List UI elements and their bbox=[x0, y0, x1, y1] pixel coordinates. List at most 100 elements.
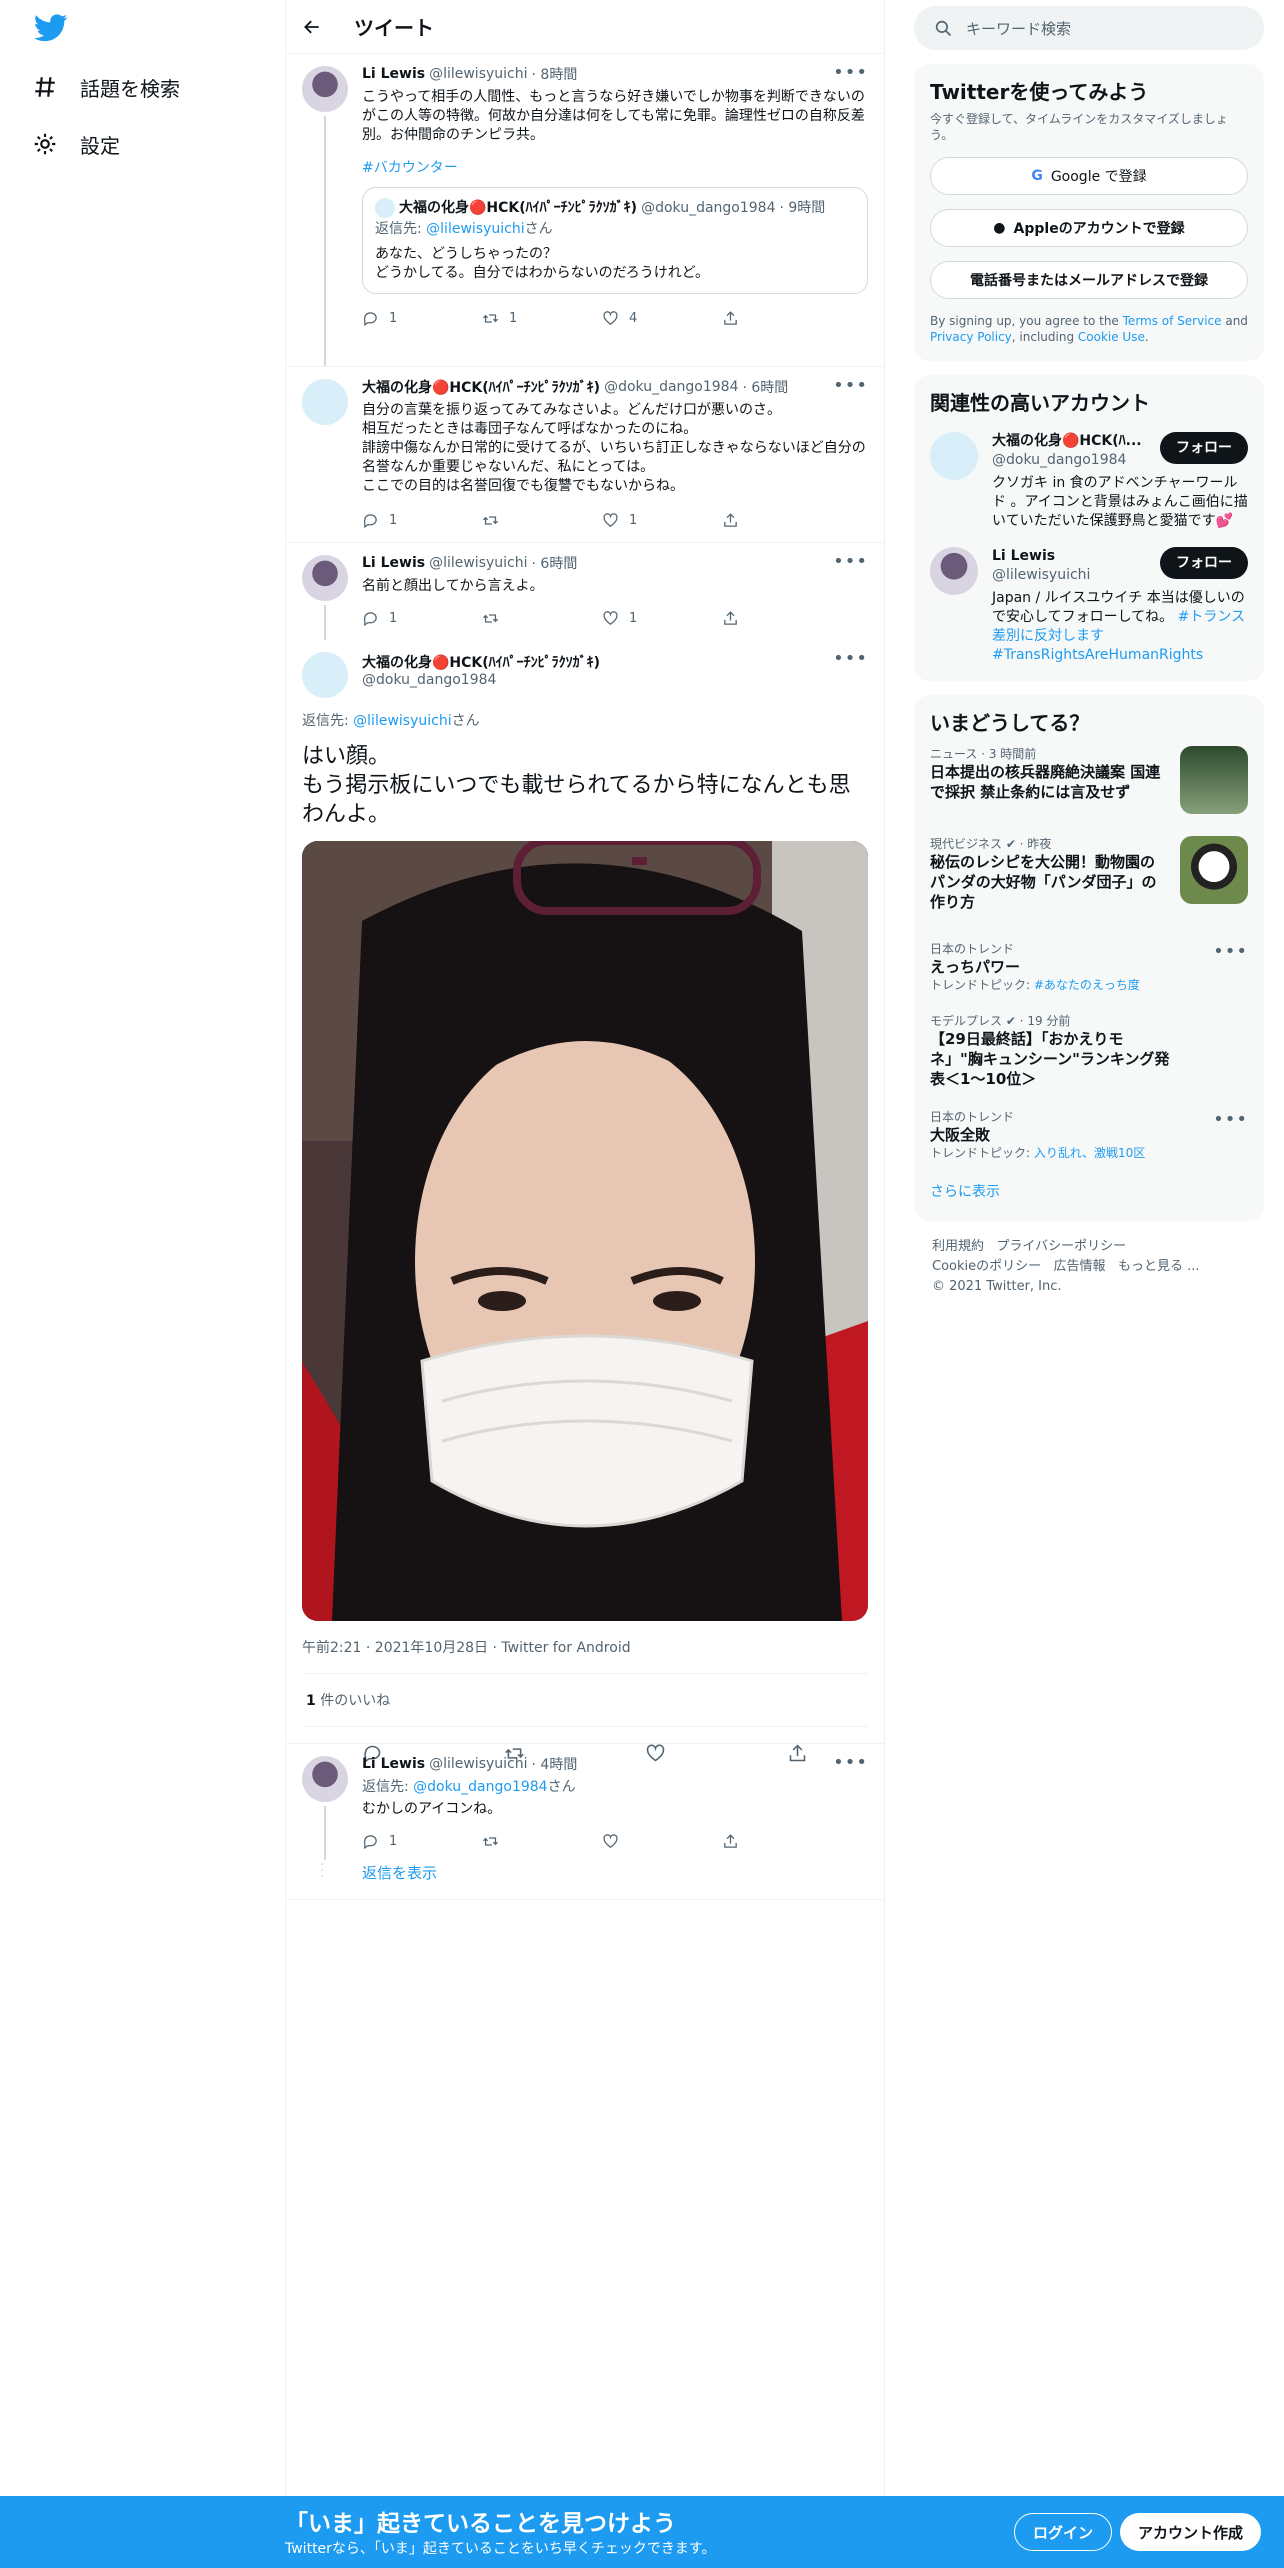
more-icon[interactable]: ••• bbox=[833, 551, 868, 572]
more-icon[interactable]: ••• bbox=[833, 1752, 868, 1773]
reply-icon bbox=[363, 611, 377, 626]
retweet-icon bbox=[482, 1836, 499, 1846]
timestamp[interactable]: · 4時間 bbox=[532, 1754, 578, 1774]
avatar[interactable] bbox=[302, 555, 348, 601]
reply-button[interactable]: 1 bbox=[362, 1833, 422, 1850]
tweet[interactable]: ••• Li Lewis @lilewisyuichi · 8時間 こうやって相… bbox=[286, 54, 884, 366]
reply-count: 1 bbox=[389, 310, 398, 326]
show-more-link[interactable]: さらに表示 bbox=[930, 1184, 1000, 1200]
trend-item[interactable]: 現代ビジネス ✔ · 昨夜 秘伝のレシピを大公開！動物園のパンダの大好物「パンダ… bbox=[930, 826, 1248, 931]
reply-button[interactable]: 1 bbox=[362, 310, 422, 327]
footer-terms[interactable]: 利用規約 bbox=[932, 1239, 984, 1254]
avatar[interactable] bbox=[930, 547, 978, 595]
main-header: ツイート bbox=[286, 0, 884, 54]
hashtag-link[interactable]: #バカウンター bbox=[362, 160, 458, 176]
retweet-button[interactable] bbox=[482, 610, 542, 627]
retweet-button[interactable] bbox=[482, 1833, 542, 1850]
share-button[interactable] bbox=[722, 310, 782, 327]
author-name[interactable]: 大福の化身🔴HCK(ﾊｲﾊﾟｰﾁﾝﾋﾟﾗｸｿｶﾞｷ) bbox=[362, 377, 600, 397]
like-button[interactable]: 4 bbox=[602, 310, 662, 327]
trend-item[interactable]: ••• 日本のトレンド 大阪全敗 トレンドトピック: 入り乱れ、激戦10区 bbox=[930, 1099, 1248, 1171]
follow-button[interactable]: フォロー bbox=[1160, 432, 1248, 464]
cookie-link[interactable]: Cookie Use bbox=[1078, 330, 1145, 344]
author-handle[interactable]: @lilewisyuichi bbox=[429, 555, 527, 571]
quoted-tweet[interactable]: 大福の化身🔴HCK(ﾊｲﾊﾟｰﾁﾝﾋﾟﾗｸｿｶﾞｷ) @doku_dango19… bbox=[362, 187, 868, 294]
more-icon[interactable]: ••• bbox=[1213, 941, 1248, 962]
author-name[interactable]: Li Lewis bbox=[362, 555, 425, 571]
trend-sub-link[interactable]: #あなたのえっち度 bbox=[1034, 978, 1140, 992]
trend-sub-link[interactable]: 入り乱れ、激戦10区 bbox=[1034, 1146, 1145, 1160]
terms-link[interactable]: Terms of Service bbox=[1123, 314, 1222, 328]
share-button[interactable] bbox=[722, 610, 782, 627]
author-handle[interactable]: @doku_dango1984 bbox=[362, 672, 868, 688]
footer-copyright: © 2021 Twitter, Inc. bbox=[932, 1279, 1062, 1294]
tweet[interactable]: ••• Li Lewis @lilewisyuichi · 6時間 名前と顔出し… bbox=[286, 543, 884, 640]
footer-privacy[interactable]: プライバシーポリシー bbox=[996, 1239, 1126, 1254]
share-button[interactable] bbox=[722, 512, 782, 529]
footer-cookie[interactable]: Cookieのポリシー bbox=[932, 1259, 1041, 1274]
timestamp[interactable]: · 6時間 bbox=[743, 377, 789, 397]
nav-settings[interactable]: 設定 bbox=[32, 124, 120, 164]
nav-explore-label: 話題を検索 bbox=[80, 76, 180, 101]
account-item[interactable]: フォロー 大福の化身🔴HCK(ﾊ... @doku_dango1984 クソガキ… bbox=[930, 432, 1248, 531]
signup-button[interactable]: アカウント作成 bbox=[1120, 2513, 1262, 2551]
more-icon[interactable]: ••• bbox=[1213, 1109, 1248, 1130]
account-item[interactable]: フォロー Li Lewis @lilewisyuichi Japan / ルイス… bbox=[930, 547, 1248, 665]
nav-explore[interactable]: 話題を検索 bbox=[32, 67, 180, 107]
phone-signup-label: 電話番号またはメールアドレスで登録 bbox=[970, 273, 1208, 289]
retweet-button[interactable] bbox=[482, 512, 542, 529]
twitter-logo-icon[interactable] bbox=[34, 14, 68, 42]
terms-including: , including bbox=[1011, 330, 1078, 344]
footer-ads[interactable]: 広告情報 bbox=[1054, 1259, 1106, 1274]
login-button[interactable]: ログイン bbox=[1014, 2513, 1113, 2551]
like-button[interactable] bbox=[602, 1833, 662, 1850]
tweet-meta[interactable]: 午前2:21 · 2021年10月28日 · Twitter for Andro… bbox=[302, 1621, 868, 1673]
author-name[interactable]: 大福の化身🔴HCK(ﾊｲﾊﾟｰﾁﾝﾋﾟﾗｸｿｶﾞｷ) bbox=[362, 652, 868, 672]
show-replies-link[interactable]: 返信を表示 bbox=[362, 1862, 437, 1883]
avatar[interactable] bbox=[302, 379, 348, 425]
more-icon[interactable]: ••• bbox=[833, 648, 868, 669]
author-handle[interactable]: @lilewisyuichi bbox=[429, 66, 527, 82]
author-name[interactable]: Li Lewis bbox=[362, 1756, 425, 1772]
author-handle[interactable]: @doku_dango1984 bbox=[604, 379, 738, 395]
timestamp[interactable]: · 6時間 bbox=[532, 553, 578, 573]
reply-to-link[interactable]: @doku_dango1984 bbox=[413, 1779, 547, 1795]
avatar[interactable] bbox=[302, 66, 348, 112]
trend-sub-prefix: トレンドトピック: bbox=[930, 1146, 1034, 1160]
avatar[interactable] bbox=[930, 432, 978, 480]
reply-to-link[interactable]: @lilewisyuichi bbox=[353, 713, 451, 729]
trend-item[interactable]: ••• 日本のトレンド えっちパワー トレンドトピック: #あなたのえっち度 bbox=[930, 931, 1248, 1003]
avatar[interactable] bbox=[302, 652, 348, 698]
phone-signup-button[interactable]: 電話番号またはメールアドレスで登録 bbox=[930, 261, 1248, 299]
more-icon[interactable]: ••• bbox=[833, 62, 868, 83]
likes-stat[interactable]: 1 件のいいね bbox=[302, 1673, 868, 1727]
trend-item[interactable]: モデルプレス ✔ · 19 分前 【29日最終話】「おかえりモネ」"胸キュンシー… bbox=[930, 1003, 1248, 1099]
reply-to-link[interactable]: @lilewisyuichi bbox=[426, 221, 524, 237]
trend-title: 秘伝のレシピを大公開！動物園のパンダの大好物「パンダ団子」の作り方 bbox=[930, 853, 1157, 911]
trend-item[interactable]: ニュース · 3 時間前 日本提出の核兵器廃絶決議案 国連で採択 禁止条約には言… bbox=[930, 736, 1248, 826]
right-sidebar: キーワード検索 Twitterを使ってみよう 今すぐ登録して、タイムラインをカス… bbox=[914, 0, 1264, 1313]
like-button[interactable]: 1 bbox=[602, 610, 662, 627]
like-button[interactable]: 1 bbox=[602, 512, 662, 529]
timestamp[interactable]: · 8時間 bbox=[532, 64, 578, 84]
privacy-link[interactable]: Privacy Policy bbox=[930, 330, 1012, 344]
reply-button[interactable]: 1 bbox=[362, 512, 422, 529]
signup-card: Twitterを使ってみよう 今すぐ登録して、タイムラインをカスタマイズしましょ… bbox=[914, 64, 1264, 361]
apple-signup-button[interactable]: ● Appleのアカウントで登録 bbox=[930, 209, 1248, 247]
search-box[interactable]: キーワード検索 bbox=[914, 6, 1264, 50]
reply-button[interactable]: 1 bbox=[362, 610, 422, 627]
back-arrow-icon[interactable] bbox=[302, 17, 322, 37]
tweet-photo[interactable] bbox=[302, 841, 868, 1621]
quote-text: あなた、どうしちゃったの？ どうかしてる。自分ではわからないのだろうけれど。 bbox=[375, 246, 710, 281]
share-button[interactable] bbox=[722, 1833, 782, 1850]
footer-more[interactable]: もっと見る ... bbox=[1118, 1259, 1200, 1274]
tweet[interactable]: ••• Li Lewis @lilewisyuichi · 4時間 返信先: @… bbox=[286, 1744, 884, 1899]
tweet[interactable]: ••• 大福の化身🔴HCK(ﾊｲﾊﾟｰﾁﾝﾋﾟﾗｸｿｶﾞｷ) @doku_dan… bbox=[286, 367, 884, 542]
google-signup-button[interactable]: G Google で登録 bbox=[930, 157, 1248, 195]
follow-button[interactable]: フォロー bbox=[1160, 547, 1248, 579]
retweet-button[interactable]: 1 bbox=[482, 310, 542, 327]
avatar[interactable] bbox=[302, 1756, 348, 1802]
author-name[interactable]: Li Lewis bbox=[362, 66, 425, 82]
author-handle[interactable]: @lilewisyuichi bbox=[429, 1756, 527, 1772]
more-icon[interactable]: ••• bbox=[833, 375, 868, 396]
